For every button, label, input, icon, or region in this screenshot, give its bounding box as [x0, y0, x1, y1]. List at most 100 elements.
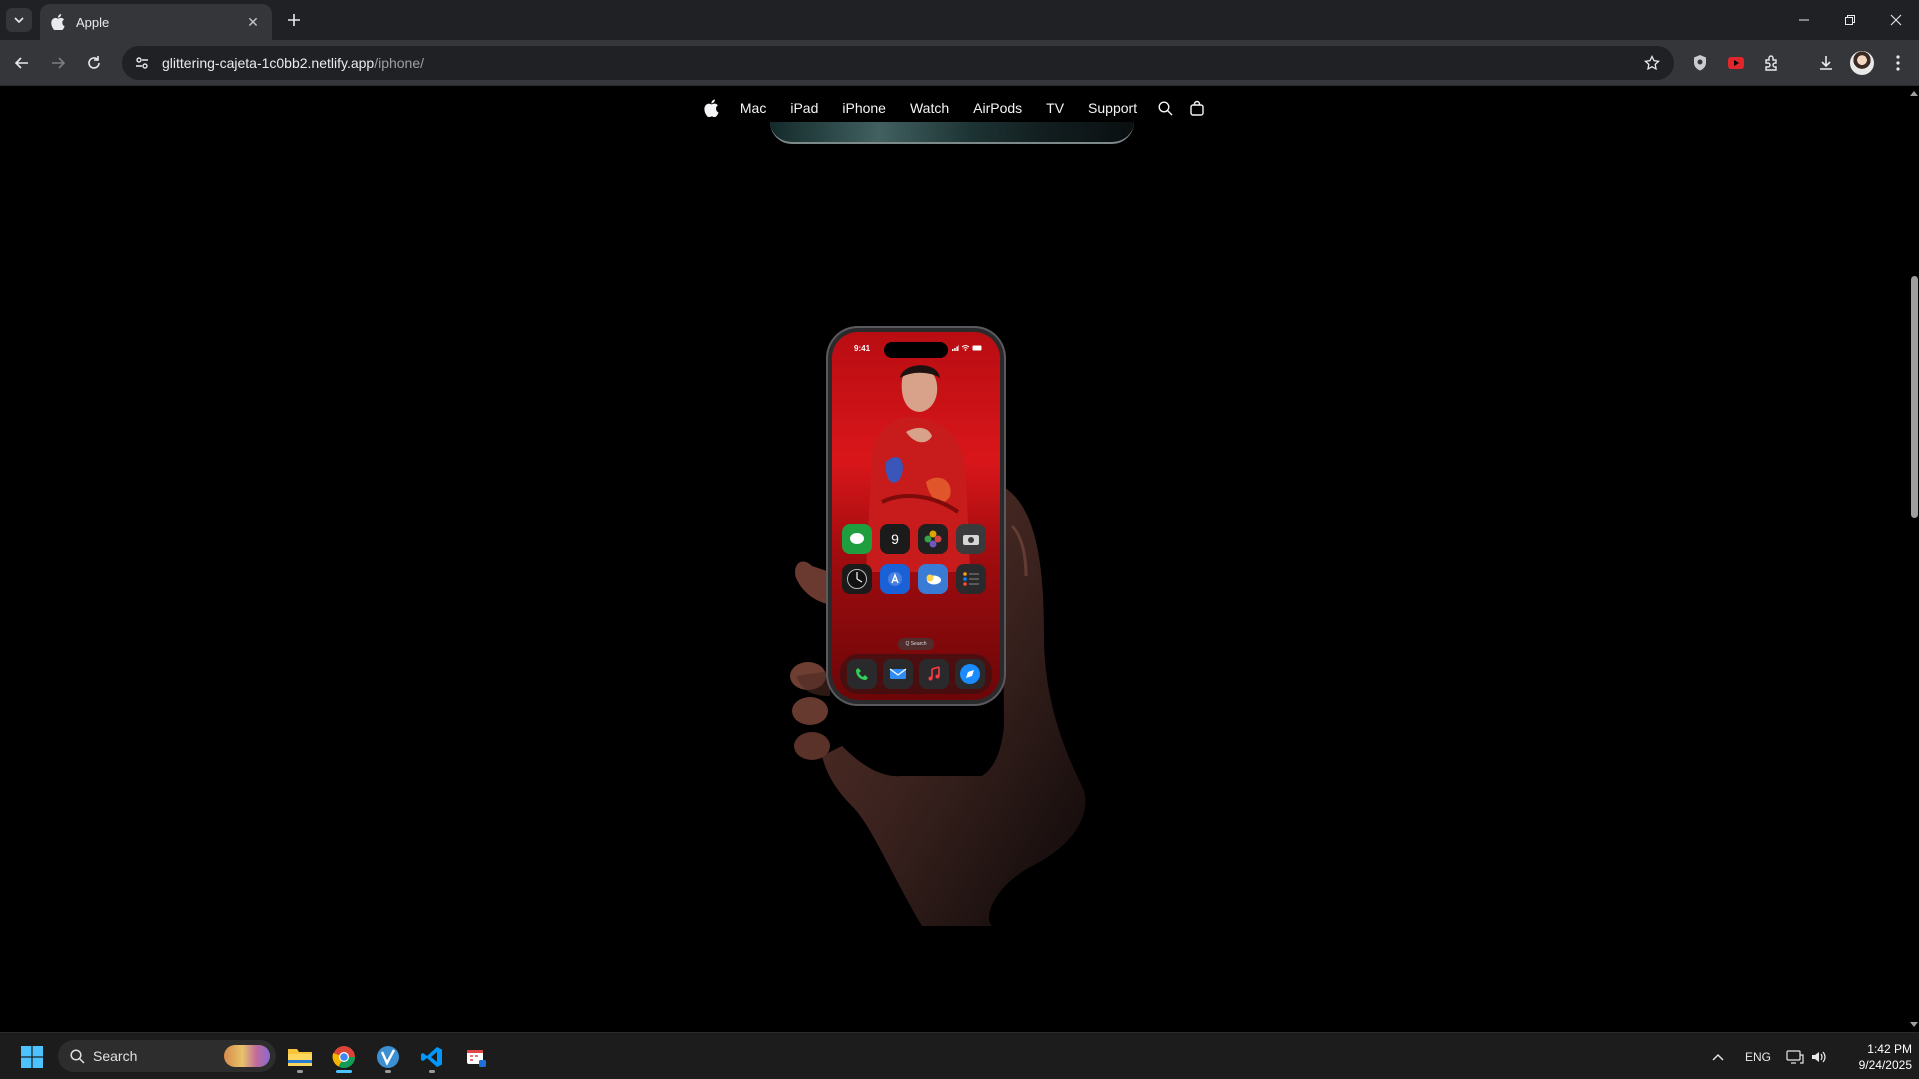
hero-iphone-in-hand: 9:41 9 Q Search [760, 326, 1140, 966]
browser-tab-active[interactable]: Apple ✕ [40, 4, 272, 40]
scroll-down-arrow-icon[interactable] [1910, 1020, 1918, 1030]
arrow-left-icon [14, 57, 28, 69]
mail-app-icon [883, 659, 913, 689]
file-explorer-button[interactable] [282, 1039, 318, 1075]
profile-avatar[interactable] [1850, 51, 1874, 75]
status-bar-time: 9:41 [854, 344, 871, 353]
chevron-up-icon [1712, 1054, 1724, 1061]
snip-icon [467, 1050, 486, 1067]
chevron-down-icon [14, 17, 24, 24]
nav-link-airpods[interactable]: AirPods [961, 100, 1034, 116]
messages-app-icon [842, 524, 872, 554]
weather-app-icon [918, 564, 948, 594]
shopping-bag-icon [1190, 100, 1204, 116]
scroll-thumb[interactable] [1911, 276, 1918, 518]
shield-extension-icon[interactable] [1688, 51, 1712, 75]
reload-icon [88, 56, 100, 69]
photos-app-icon [918, 524, 948, 554]
active-indicator [336, 1070, 352, 1073]
reload-button[interactable] [80, 49, 108, 77]
apple-global-nav: Mac iPad iPhone Watch AirPods TV Support [0, 86, 1909, 130]
home-search-pill: Q Search [898, 638, 934, 650]
camera-app-icon [956, 524, 986, 554]
downloads-icon[interactable] [1814, 51, 1838, 75]
app-store-icon [880, 564, 910, 594]
dynamic-island [884, 342, 948, 358]
search-icon [70, 1048, 85, 1064]
signal-icon [951, 345, 960, 351]
tab-close-icon[interactable]: ✕ [244, 13, 262, 31]
page-scrollbar[interactable] [1909, 86, 1919, 1032]
restore-icon [1845, 15, 1855, 25]
clock-date: 9/24/2025 [1858, 1058, 1912, 1072]
extensions-puzzle-icon[interactable] [1760, 51, 1784, 75]
tab-title: Apple [76, 14, 110, 30]
new-tab-button[interactable] [282, 8, 306, 32]
taskbar-search-label: Search [93, 1048, 138, 1064]
chrome-taskbar-button[interactable] [326, 1039, 362, 1075]
wifi-icon [962, 345, 969, 351]
phone-app-icon [847, 659, 877, 689]
nav-link-iphone[interactable]: iPhone [830, 100, 898, 116]
close-icon [1890, 14, 1902, 26]
minimize-button[interactable] [1781, 0, 1827, 40]
folder-icon [288, 1049, 312, 1066]
clock-app-icon [842, 564, 872, 594]
iphone-dock [840, 654, 992, 694]
taskbar-clock[interactable]: 1:42 PM 9/24/2025 [1828, 1041, 1912, 1073]
url-text: glittering-cajeta-1c0bb2.netlify.app/iph… [162, 55, 424, 71]
restore-button[interactable] [1827, 0, 1873, 40]
calendar-day: 9 [891, 531, 899, 547]
nav-link-watch[interactable]: Watch [898, 100, 961, 116]
plus-icon [288, 14, 300, 26]
nav-link-support[interactable]: Support [1076, 100, 1149, 116]
nav-search-button[interactable] [1149, 86, 1181, 130]
vscode-icon [421, 1047, 442, 1067]
scroll-up-arrow-icon[interactable] [1910, 88, 1918, 98]
nav-link-tv[interactable]: TV [1034, 100, 1076, 116]
home-app-grid: 9 [842, 524, 990, 594]
tray-overflow-button[interactable] [1706, 1039, 1730, 1075]
taskbar-search-box[interactable]: Search [58, 1040, 276, 1072]
apple-logo-icon [50, 14, 66, 30]
snipping-tool-taskbar-button[interactable] [458, 1039, 494, 1075]
browser-toolbar: glittering-cajeta-1c0bb2.netlify.app/iph… [0, 40, 1919, 86]
music-app-icon [919, 659, 949, 689]
kebab-menu-icon[interactable] [1886, 51, 1910, 75]
nav-link-ipad[interactable]: iPad [778, 100, 830, 116]
tab-search-button[interactable] [6, 8, 32, 32]
iphone-device: 9:41 9 Q Search [826, 326, 1006, 706]
url-path: /iphone/ [374, 55, 425, 71]
youtube-extension-icon[interactable] [1724, 51, 1748, 75]
running-indicator [385, 1070, 391, 1073]
url-host: glittering-cajeta-1c0bb2.netlify.app [162, 55, 375, 71]
safari-app-icon [955, 659, 985, 689]
network-tray-icon[interactable] [1782, 1039, 1808, 1075]
nav-link-mac[interactable]: Mac [728, 100, 778, 116]
arrow-right-icon [52, 57, 66, 69]
windows-logo-icon [21, 1046, 43, 1068]
screen: Apple ✕ glittering-cajeta-1c0bb2.netlify… [0, 0, 1919, 1079]
vscode-taskbar-button[interactable] [414, 1039, 450, 1075]
clock-time: 1:42 PM [1867, 1042, 1912, 1056]
minimize-icon [1799, 19, 1809, 21]
start-button[interactable] [14, 1039, 50, 1075]
running-indicator [429, 1070, 435, 1073]
back-button[interactable] [8, 49, 36, 77]
language-indicator[interactable]: ENG [1745, 1050, 1771, 1064]
nav-bag-button[interactable] [1181, 86, 1213, 130]
chrome-icon [332, 1046, 355, 1068]
search-icon [1158, 100, 1173, 115]
app-v-taskbar-button[interactable] [370, 1039, 406, 1075]
v-app-icon [377, 1046, 399, 1068]
site-info-icon[interactable] [132, 53, 152, 73]
global-nav-list: Mac iPad iPhone Watch AirPods TV Support [696, 86, 1213, 130]
webpage: Mac iPad iPhone Watch AirPods TV Support [0, 86, 1909, 1032]
running-indicator [297, 1070, 303, 1073]
address-bar[interactable]: glittering-cajeta-1c0bb2.netlify.app/iph… [122, 46, 1674, 80]
bookmark-star-icon[interactable] [1642, 53, 1662, 73]
browser-tabstrip: Apple ✕ [0, 0, 1919, 40]
apple-logo-link[interactable] [696, 86, 728, 130]
forward-button[interactable] [44, 49, 72, 77]
close-window-button[interactable] [1873, 0, 1919, 40]
